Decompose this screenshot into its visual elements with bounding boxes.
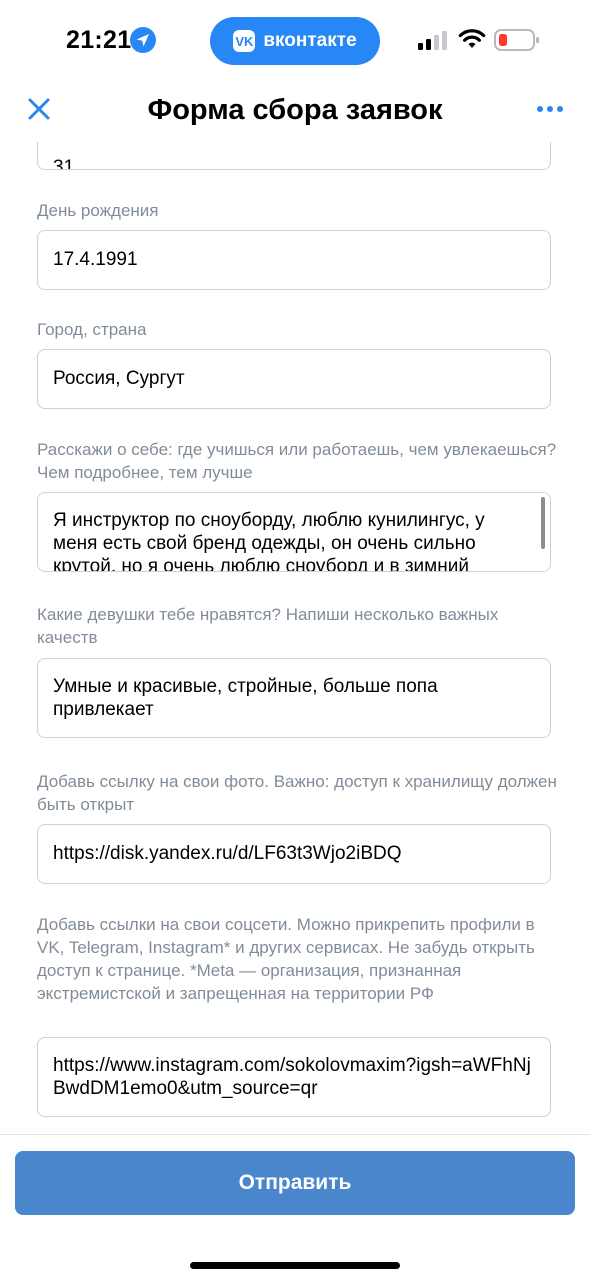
birthday-label: День рождения [37,201,159,220]
photo-link-input[interactable]: https://disk.yandex.ru/d/LF63t3Wjo2iBDQ [37,824,551,884]
about-textarea[interactable]: Я инструктор по сноуборду, люблю кунилин… [37,492,551,572]
social-links-textarea[interactable]: https://www.instagram.com/sokolovmaxim?i… [37,1037,551,1117]
more-icon[interactable] [537,106,563,112]
bottom-divider [0,1134,590,1135]
nav-header: Форма сбора заявок [0,82,590,142]
battery-low-icon [494,29,539,51]
preferences-label: Какие девушки тебе нравятся? Напиши неск… [37,605,499,647]
page-title: Форма сбора заявок [147,94,443,126]
social-links-label: Добавь ссылки на свои соцсети. Можно при… [37,915,535,1003]
age-input[interactable]: 31 [37,142,551,170]
application-form[interactable]: 31 День рождения 17.4.1991 Город, страна… [0,142,590,1134]
status-bar: 21:21 VK вконтакте [0,0,590,82]
photo-link-label: Добавь ссылку на свои фото. Важно: досту… [37,772,557,814]
vk-app-label: вконтакте [263,30,357,51]
vk-app-pill[interactable]: VK вконтакте [210,17,380,65]
preferences-textarea[interactable]: Умные и красивые, стройные, больше попа … [37,658,551,738]
location-arrow-icon [130,27,156,53]
textarea-scrollbar[interactable] [541,497,545,549]
city-label: Город, страна [37,320,147,339]
wifi-icon [458,29,486,48]
birthday-input[interactable]: 17.4.1991 [37,230,551,290]
home-indicator[interactable] [190,1262,400,1269]
submit-button[interactable]: Отправить [15,1151,575,1215]
about-label: Расскажи о себе: где учишься или работае… [37,440,557,482]
city-input[interactable]: Россия, Сургут [37,349,551,409]
signal-icon [418,31,447,50]
status-time: 21:21 [66,26,132,54]
vk-logo-icon: VK [233,30,256,52]
